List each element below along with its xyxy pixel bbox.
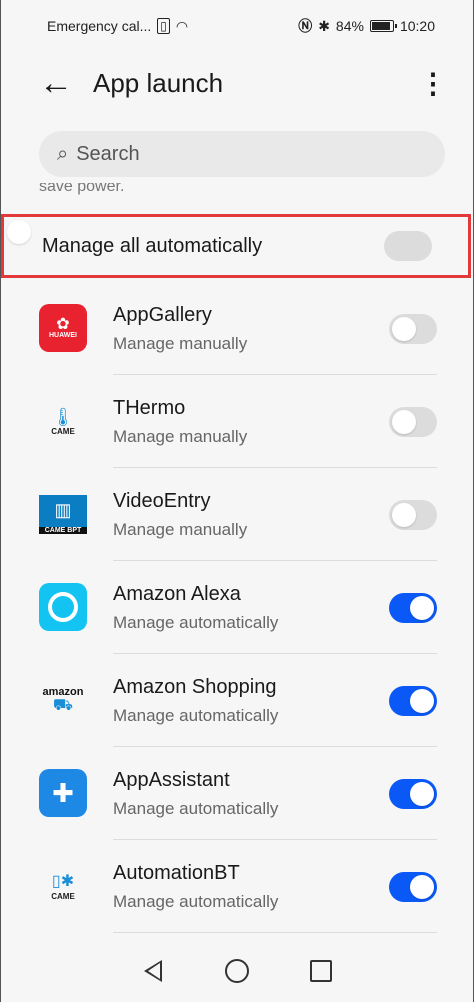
app-toggle[interactable] <box>389 314 437 344</box>
alexa-icon <box>39 583 87 631</box>
clock: 10:20 <box>399 18 435 34</box>
app-status: Manage manually <box>113 334 248 353</box>
automationbt-icon: ▯✱ CAME <box>51 872 75 901</box>
app-toggle[interactable] <box>389 779 437 809</box>
app-status: Manage automatically <box>113 892 279 911</box>
appassistant-icon: ✚ <box>39 769 87 817</box>
battery-percent: 84% <box>335 18 364 34</box>
list-item[interactable]: ▯✱ CAME AutomationBT Manage automaticall… <box>1 840 473 933</box>
app-name: AppGallery <box>113 304 212 326</box>
app-list: ✿ HUAWEI AppGallery Manage manually 🌡 CA… <box>1 282 473 933</box>
nfc-icon: Ⓝ <box>298 18 313 34</box>
status-carrier-text: Emergency cal... <box>47 18 152 34</box>
manage-all-label: Manage all automatically <box>42 234 263 257</box>
home-nav-icon[interactable] <box>223 957 251 985</box>
app-name: AppAssistant <box>113 769 230 791</box>
app-name: VideoEntry <box>113 490 211 512</box>
app-status: Manage automatically <box>113 613 279 632</box>
header: ← App launch ⋮ <box>1 55 473 111</box>
app-toggle[interactable] <box>389 593 437 623</box>
wifi-icon: ◠ <box>175 17 189 34</box>
list-item[interactable]: amazon ⛟ Amazon Shopping Manage automati… <box>1 654 473 747</box>
back-nav-icon[interactable] <box>139 957 167 985</box>
app-toggle[interactable] <box>389 500 437 530</box>
app-toggle[interactable] <box>389 872 437 902</box>
battery-icon <box>369 20 397 32</box>
app-name: AutomationBT <box>113 862 240 884</box>
thermo-icon: 🌡 CAME <box>51 406 75 436</box>
app-name: Amazon Shopping <box>113 676 277 698</box>
manage-all-row[interactable]: Manage all automatically <box>1 214 471 278</box>
clipped-description: save power. <box>39 183 125 195</box>
app-name: Amazon Alexa <box>113 583 241 605</box>
appgallery-icon: ✿ HUAWEI <box>39 304 87 352</box>
page-title: App launch <box>93 67 224 98</box>
app-screen: Emergency cal... ▯ ◠ Ⓝ ✱ 84% 10:20 ← App… <box>0 0 474 1002</box>
amazon-shopping-icon: amazon ⛟ <box>42 686 84 714</box>
videoentry-icon: ▥ CAME BPT <box>39 490 87 538</box>
status-bar: Emergency cal... ▯ ◠ Ⓝ ✱ 84% 10:20 <box>1 0 473 52</box>
list-item[interactable]: ✿ HUAWEI AppGallery Manage manually <box>1 282 473 375</box>
list-item[interactable]: ✚ AppAssistant Manage automatically <box>1 747 473 840</box>
recents-nav-icon[interactable] <box>307 957 335 985</box>
sim-icon: ▯ <box>157 18 170 34</box>
app-status: Manage automatically <box>113 706 279 725</box>
bluetooth-icon: ✱ <box>318 17 330 34</box>
list-item[interactable]: 🌡 CAME THermo Manage manually <box>1 375 473 468</box>
search-placeholder: Search <box>76 142 140 165</box>
search-input[interactable]: ⌕ Search <box>39 131 445 177</box>
more-options-icon[interactable]: ⋮ <box>413 67 453 100</box>
app-name: THermo <box>113 397 186 419</box>
back-arrow-icon[interactable]: ← <box>39 64 83 103</box>
list-item[interactable]: ▥ CAME BPT VideoEntry Manage manually <box>1 468 473 561</box>
app-status: Manage manually <box>113 520 248 539</box>
divider <box>113 932 437 933</box>
search-icon: ⌕ <box>57 142 69 165</box>
app-status: Manage automatically <box>113 799 279 818</box>
app-toggle[interactable] <box>389 686 437 716</box>
navigation-bar <box>1 940 473 1002</box>
list-item[interactable]: Amazon Alexa Manage automatically <box>1 561 473 654</box>
app-status: Manage manually <box>113 427 248 446</box>
app-toggle[interactable] <box>389 407 437 437</box>
manage-all-toggle[interactable] <box>384 231 432 261</box>
